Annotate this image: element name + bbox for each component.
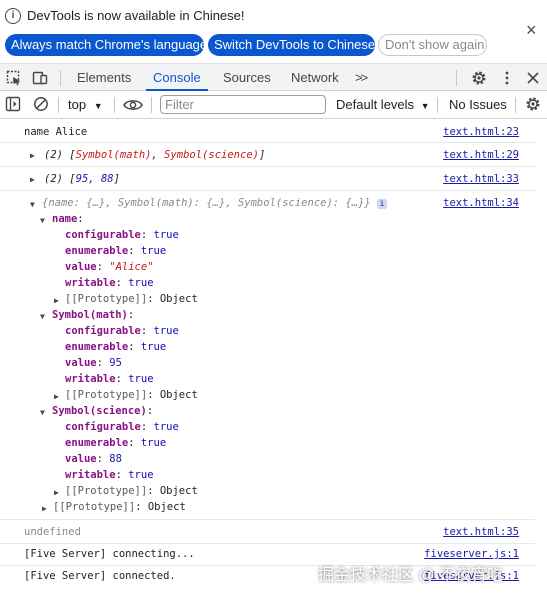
issues-counter[interactable]: No Issues: [449, 97, 507, 112]
close-icon[interactable]: ×: [526, 20, 537, 41]
collapse-triangle-icon[interactable]: ▼: [40, 408, 45, 417]
toolbar-divider: [437, 97, 438, 113]
property-row: enumerable: true: [65, 437, 167, 449]
log-levels-dropdown[interactable]: Default levels ▼: [336, 97, 430, 112]
chevron-down-icon: ▼: [420, 101, 430, 111]
close-devtools-icon[interactable]: [525, 70, 541, 86]
toolbar-divider: [58, 97, 59, 113]
prototype-row[interactable]: [[Prototype]]: Object: [65, 485, 198, 497]
property-row: writable: true: [65, 373, 154, 385]
context-label: top: [68, 97, 87, 112]
property-key[interactable]: name:: [52, 213, 84, 225]
console-toolbar: top ▼ Default levels ▼ No Issues: [0, 91, 547, 119]
console-message[interactable]: ▶ (2) [Symbol(math), Symbol(science)] te…: [0, 142, 535, 167]
property-row: configurable: true: [65, 229, 179, 241]
console-message[interactable]: ▶ (2) [95, 88] text.html:33: [0, 166, 535, 191]
source-link[interactable]: text.html:33: [443, 173, 519, 185]
more-tabs-icon[interactable]: >>: [355, 64, 368, 91]
console-message-object: ▼ {name: {…}, Symbol(math): {…}, Symbol(…: [0, 190, 535, 520]
property-row: writable: true: [65, 469, 154, 481]
toolbar-divider: [114, 97, 115, 113]
source-link[interactable]: text.html:35: [443, 526, 519, 538]
property-row: configurable: true: [65, 421, 179, 433]
expand-triangle-icon[interactable]: ▶: [54, 392, 59, 401]
source-link[interactable]: fiveserver.js:1: [424, 548, 519, 560]
log-text: [Five Server] connecting...: [24, 548, 195, 560]
inspect-element-icon[interactable]: [6, 70, 22, 86]
console-message: undefined text.html:35: [0, 519, 535, 544]
property-row: enumerable: true: [65, 341, 167, 353]
property-row: writable: true: [65, 277, 154, 289]
settings-gear-icon[interactable]: [471, 70, 487, 86]
array-item: Symbol(math): [75, 149, 152, 161]
device-toolbar-icon[interactable]: [32, 70, 48, 86]
clear-console-icon[interactable]: [33, 96, 49, 112]
language-infobar: i DevTools is now available in Chinese! …: [0, 0, 547, 63]
filter-input[interactable]: [160, 95, 326, 114]
array-item: 88: [100, 173, 114, 185]
info-icon: i: [5, 8, 21, 24]
source-link[interactable]: text.html:23: [443, 126, 519, 138]
toolbar-divider: [515, 97, 516, 113]
watermark: 掘金技术社区 @ 不夜宵吃: [318, 567, 504, 584]
property-key[interactable]: Symbol(math):: [52, 309, 134, 321]
tabbar-divider: [60, 70, 61, 86]
kebab-menu-icon[interactable]: [499, 70, 515, 86]
property-row: value: 88: [65, 453, 122, 465]
sidebar-toggle-icon[interactable]: [5, 96, 21, 112]
return-value: undefined: [24, 526, 81, 538]
array-item: 95: [75, 173, 89, 185]
expand-triangle-icon[interactable]: ▶: [54, 488, 59, 497]
array-length: (2): [44, 149, 63, 161]
property-row: value: 95: [65, 357, 122, 369]
collapse-triangle-icon[interactable]: ▼: [40, 216, 45, 225]
always-match-language-button[interactable]: Always match Chrome's language: [5, 34, 207, 56]
source-link[interactable]: text.html:29: [443, 149, 519, 161]
console-settings-gear-icon[interactable]: [525, 96, 541, 112]
live-expression-eye-icon[interactable]: [123, 97, 143, 113]
tab-network[interactable]: Network: [291, 64, 339, 91]
chevron-down-icon: ▼: [93, 101, 103, 111]
devtools-tabbar: Elements Console Sources Network >>: [0, 63, 547, 91]
expand-triangle-icon[interactable]: ▶: [30, 151, 35, 160]
log-text: [Five Server] connected.: [24, 570, 176, 582]
object-preview[interactable]: {name: {…}, Symbol(math): {…}, Symbol(sc…: [42, 197, 388, 209]
context-selector[interactable]: top ▼: [68, 97, 103, 112]
tab-sources[interactable]: Sources: [223, 64, 271, 91]
log-text: name Alice: [24, 126, 88, 138]
infobar-message: DevTools is now available in Chinese!: [27, 8, 245, 23]
collapse-triangle-icon[interactable]: ▼: [30, 200, 35, 209]
prototype-row[interactable]: [[Prototype]]: Object: [53, 501, 186, 513]
log-levels-label: Default levels: [336, 97, 415, 112]
collapse-triangle-icon[interactable]: ▼: [40, 312, 45, 321]
tab-console[interactable]: Console: [146, 64, 208, 91]
toolbar-divider: [151, 97, 152, 113]
property-row: value: "Alice": [65, 261, 154, 273]
switch-to-chinese-button[interactable]: Switch DevTools to Chinese: [208, 34, 375, 56]
expand-triangle-icon[interactable]: ▶: [42, 504, 47, 513]
info-badge-icon: i: [377, 199, 388, 209]
prototype-row[interactable]: [[Prototype]]: Object: [65, 389, 198, 401]
property-row: configurable: true: [65, 325, 179, 337]
expand-triangle-icon[interactable]: ▶: [30, 175, 35, 184]
console-message: name Alice text.html:23: [0, 119, 535, 143]
property-row: enumerable: true: [65, 245, 167, 257]
dont-show-again-button[interactable]: Don't show again: [378, 34, 487, 56]
prototype-row[interactable]: [[Prototype]]: Object: [65, 293, 198, 305]
array-length: (2): [44, 173, 63, 185]
tabbar-divider: [456, 70, 457, 86]
source-link[interactable]: text.html:34: [443, 197, 519, 209]
expand-triangle-icon[interactable]: ▶: [54, 296, 59, 305]
property-key[interactable]: Symbol(science):: [52, 405, 153, 417]
tab-elements[interactable]: Elements: [77, 64, 131, 91]
console-output: name Alice text.html:23 ▶ (2) [Symbol(ma…: [0, 119, 547, 596]
array-item: Symbol(science): [164, 149, 259, 161]
